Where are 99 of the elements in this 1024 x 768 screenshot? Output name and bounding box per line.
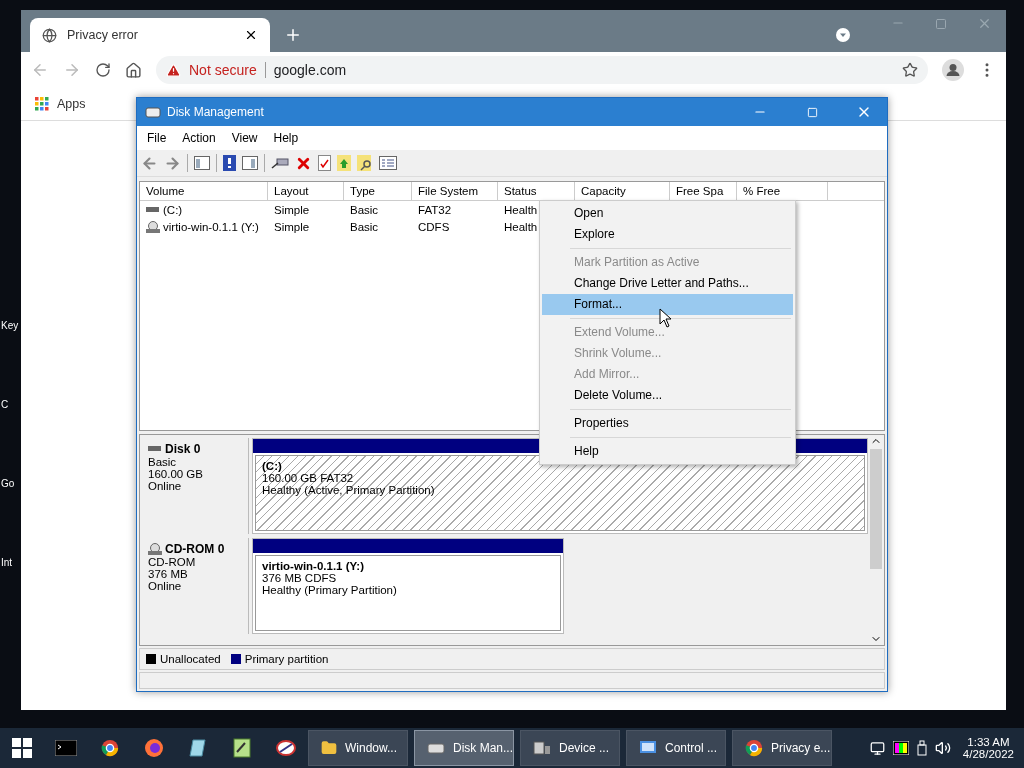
disk-name: CD-ROM 0: [148, 542, 248, 556]
taskbar-button[interactable]: Privacy e...: [732, 730, 832, 766]
disk-detail: Basic: [148, 456, 178, 468]
table-cell-text: CDFS: [417, 220, 451, 233]
menu-item[interactable]: View: [223, 131, 266, 145]
address-bar[interactable]: Not secure google.com: [156, 56, 928, 84]
drive-icon: [146, 205, 160, 214]
chrome-icon: [101, 739, 119, 757]
table-cell-text: Simple: [273, 203, 311, 216]
close-tab-icon[interactable]: [244, 28, 258, 42]
taskbar-button[interactable]: Device ...: [520, 730, 620, 766]
column-header[interactable]: Type: [344, 182, 412, 200]
action-pane-icon[interactable]: [242, 156, 258, 170]
reload-icon[interactable]: [95, 62, 111, 78]
disk-detail: Online: [148, 480, 183, 492]
console-tree-icon[interactable]: [194, 156, 210, 170]
drive-icon: [145, 105, 161, 119]
desktop-icon-label: Key: [1, 320, 20, 331]
warning-icon: [166, 62, 181, 78]
legend-label: Unallocated: [160, 653, 221, 665]
drive-icon: [427, 741, 445, 755]
help-icon[interactable]: [223, 155, 236, 171]
partition-status: Healthy (Primary Partition): [262, 584, 397, 596]
menu-item[interactable]: Change Drive Letter and Paths...: [542, 273, 793, 294]
globe-icon: [42, 27, 57, 43]
column-header[interactable]: File System: [412, 182, 498, 200]
partition-size: 376 MB CDFS: [262, 572, 337, 584]
table-cell-text: Health: [503, 203, 539, 216]
checklist-icon[interactable]: [318, 155, 331, 171]
disc-drive-icon: [148, 543, 162, 555]
profile-icon[interactable]: [942, 59, 964, 81]
column-header[interactable]: Layout: [268, 182, 344, 200]
disk-detail: 160.00 GB: [148, 468, 204, 480]
back-icon[interactable]: [141, 154, 158, 172]
windows-logo-icon[interactable]: [12, 738, 32, 758]
table-cell-text: Health: [503, 220, 539, 233]
properties-icon[interactable]: [379, 156, 397, 170]
table-cell-text: FAT32: [417, 203, 453, 216]
disk-detail: Online: [148, 580, 183, 592]
column-header[interactable]: Volume: [140, 182, 268, 200]
drive-icon: [148, 445, 162, 453]
desktop-icon-label: C: [1, 399, 10, 410]
partition-name: (C:): [262, 460, 282, 472]
disk-name: Disk 0: [148, 442, 248, 456]
home-icon[interactable]: [125, 61, 142, 79]
desktop-icon-label: Int: [1, 557, 14, 568]
menu-item[interactable]: Properties: [542, 413, 793, 434]
clock[interactable]: 1:33 AM 4/28/2022: [962, 736, 1014, 760]
menu-item[interactable]: Format...: [542, 294, 793, 315]
firefox-icon[interactable]: [144, 738, 164, 758]
folder-up-icon[interactable]: [337, 155, 351, 171]
partition-status: Healthy (Active, Primary Partition): [262, 484, 435, 496]
chrome-icon: [745, 739, 763, 757]
apps-grid-icon[interactable]: [35, 97, 49, 111]
disk-detail: 376 MB: [148, 568, 189, 580]
forward-icon[interactable]: [164, 154, 181, 172]
taskbar-button[interactable]: Control ...: [626, 730, 726, 766]
menu-item[interactable]: Open: [542, 203, 793, 224]
terminal-icon[interactable]: [55, 740, 77, 756]
snipping-tool-icon[interactable]: [275, 738, 297, 758]
disc-drive-icon: [146, 220, 160, 233]
control-panel-icon: [639, 740, 657, 756]
menu-item[interactable]: File: [139, 131, 175, 145]
bookmark-link[interactable]: Apps: [57, 97, 86, 111]
menu-item[interactable]: Delete Volume...: [542, 385, 793, 406]
tab-title: Privacy error: [67, 28, 139, 42]
folder-icon: [321, 740, 337, 756]
security-label: Not secure: [189, 62, 266, 78]
computer-icon: [533, 740, 551, 756]
notepad-icon[interactable]: [189, 738, 207, 758]
window-title: Disk Management: [167, 105, 265, 119]
browser-tab[interactable]: Privacy error: [30, 18, 270, 52]
mouse-cursor-icon: [659, 308, 672, 328]
menu-item[interactable]: Help: [542, 441, 793, 462]
partition-size: 160.00 GB FAT32: [262, 472, 354, 484]
url-text: google.com: [273, 62, 347, 78]
new-tab-icon[interactable]: [284, 26, 302, 44]
partition-name: virtio-win-0.1.1 (Y:): [262, 560, 365, 572]
disk-detail: CD-ROM: [148, 556, 197, 568]
desktop-icon-label: Go: [1, 478, 16, 489]
usb-drive-icon[interactable]: [916, 740, 927, 756]
partition-block[interactable]: virtio-win-0.1.1 (Y:) 376 MB CDFS Healthy (Primary Partition): [252, 538, 564, 634]
folder-search-icon[interactable]: [357, 155, 373, 171]
table-cell-text: Simple: [273, 220, 311, 233]
table-cell: (C:): [140, 203, 268, 216]
table-cell-text: Basic: [349, 203, 380, 216]
tab-search-icon[interactable]: [835, 27, 851, 43]
text-editor-icon[interactable]: [233, 738, 251, 758]
taskbar-button[interactable]: Disk Man...: [414, 730, 514, 766]
color-display-icon[interactable]: [892, 741, 909, 755]
table-cell: virtio-win-0.1.1 (Y:): [140, 220, 268, 233]
menu-item[interactable]: Action: [174, 131, 224, 145]
menu-item[interactable]: Help: [265, 131, 307, 145]
table-cell-text: Basic: [349, 220, 380, 233]
connect-icon[interactable]: [271, 156, 289, 170]
menu-item[interactable]: Explore: [542, 224, 793, 245]
bookmark-star-icon[interactable]: [902, 62, 918, 78]
taskbar-button[interactable]: Window...: [308, 730, 408, 766]
legend-label: Primary partition: [244, 653, 329, 665]
